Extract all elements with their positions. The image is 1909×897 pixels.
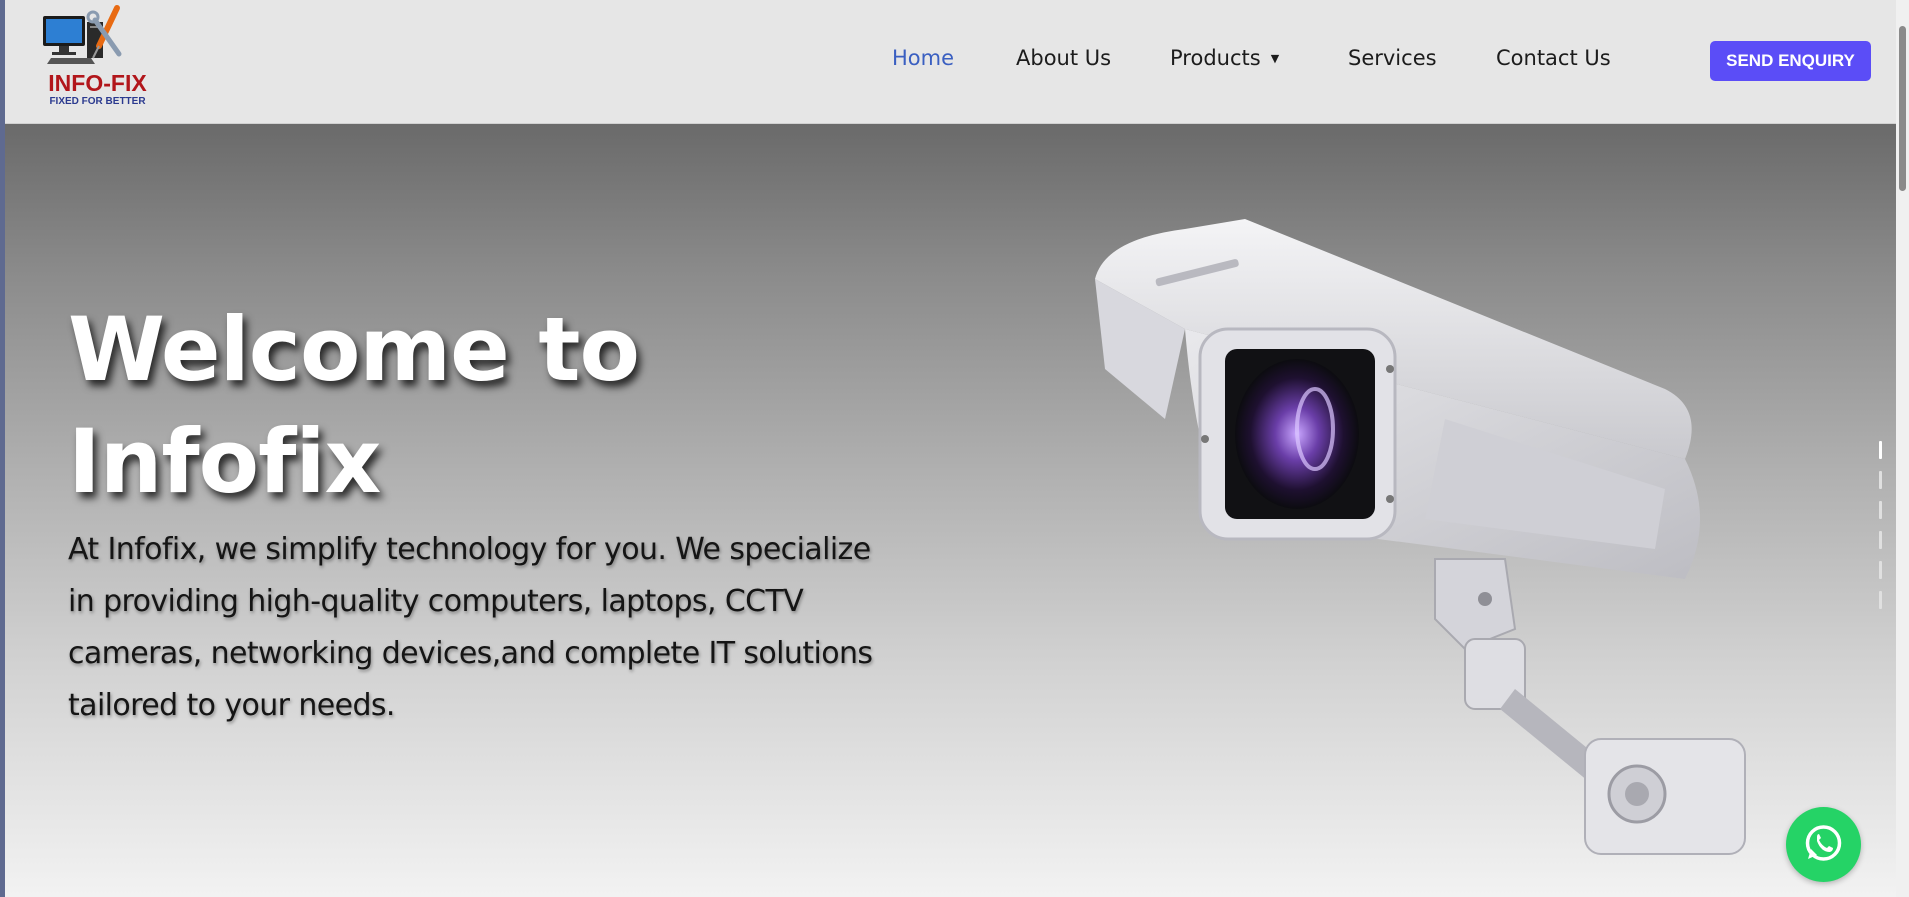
whatsapp-button[interactable]	[1786, 807, 1861, 882]
site-header: INFO-FIX FIXED FOR BETTER Home About Us …	[5, 0, 1896, 124]
nav-services[interactable]: Services	[1348, 46, 1437, 70]
caret-down-icon: ▼	[1270, 52, 1280, 65]
hero-description-line: tailored to your needs.	[68, 688, 395, 723]
nav-products-label: Products	[1170, 46, 1261, 70]
computer-repair-logo-icon	[43, 5, 122, 64]
slide-indicator[interactable]	[1879, 561, 1882, 579]
slide-indicator[interactable]	[1879, 531, 1882, 549]
slide-indicator[interactable]	[1879, 471, 1882, 489]
hero-title-line-1: Welcome to	[68, 298, 640, 401]
nav-products[interactable]: Products ▼	[1170, 46, 1279, 70]
page: INFO-FIX FIXED FOR BETTER Home About Us …	[5, 0, 1896, 897]
logo-tagline: FIXED FOR BETTER	[49, 96, 146, 107]
hero-section: Welcome to Infofix At Infofix, we simpli…	[5, 124, 1896, 897]
nav-contact-us[interactable]: Contact Us	[1496, 46, 1611, 70]
hero-title-line-2: Infofix	[68, 410, 381, 513]
slide-indicator[interactable]	[1879, 501, 1882, 519]
hero-description-line: cameras, networking devices,and complete…	[68, 636, 873, 671]
nav-home[interactable]: Home	[892, 46, 954, 70]
hero-title: Welcome to Infofix	[68, 294, 788, 518]
scrollbar-thumb[interactable]	[1899, 26, 1906, 191]
logo[interactable]: INFO-FIX FIXED FOR BETTER	[35, 0, 160, 110]
logo-wordmark: INFO-FIX	[48, 70, 147, 96]
send-enquiry-button[interactable]: SEND ENQUIRY	[1710, 41, 1871, 81]
slide-indicator-active[interactable]	[1879, 441, 1882, 459]
whatsapp-icon	[1805, 825, 1842, 861]
slide-indicator[interactable]	[1879, 591, 1882, 609]
page-scrollbar[interactable]	[1896, 0, 1909, 897]
hero-description: At Infofix, we simplify technology for y…	[68, 524, 888, 732]
cctv-camera-image	[1095, 219, 1746, 855]
nav-about-us[interactable]: About Us	[1016, 46, 1111, 70]
hero-description-line: At Infofix, we simplify technology for y…	[68, 532, 871, 567]
hero-description-line: in providing high-quality computers, lap…	[68, 584, 804, 619]
